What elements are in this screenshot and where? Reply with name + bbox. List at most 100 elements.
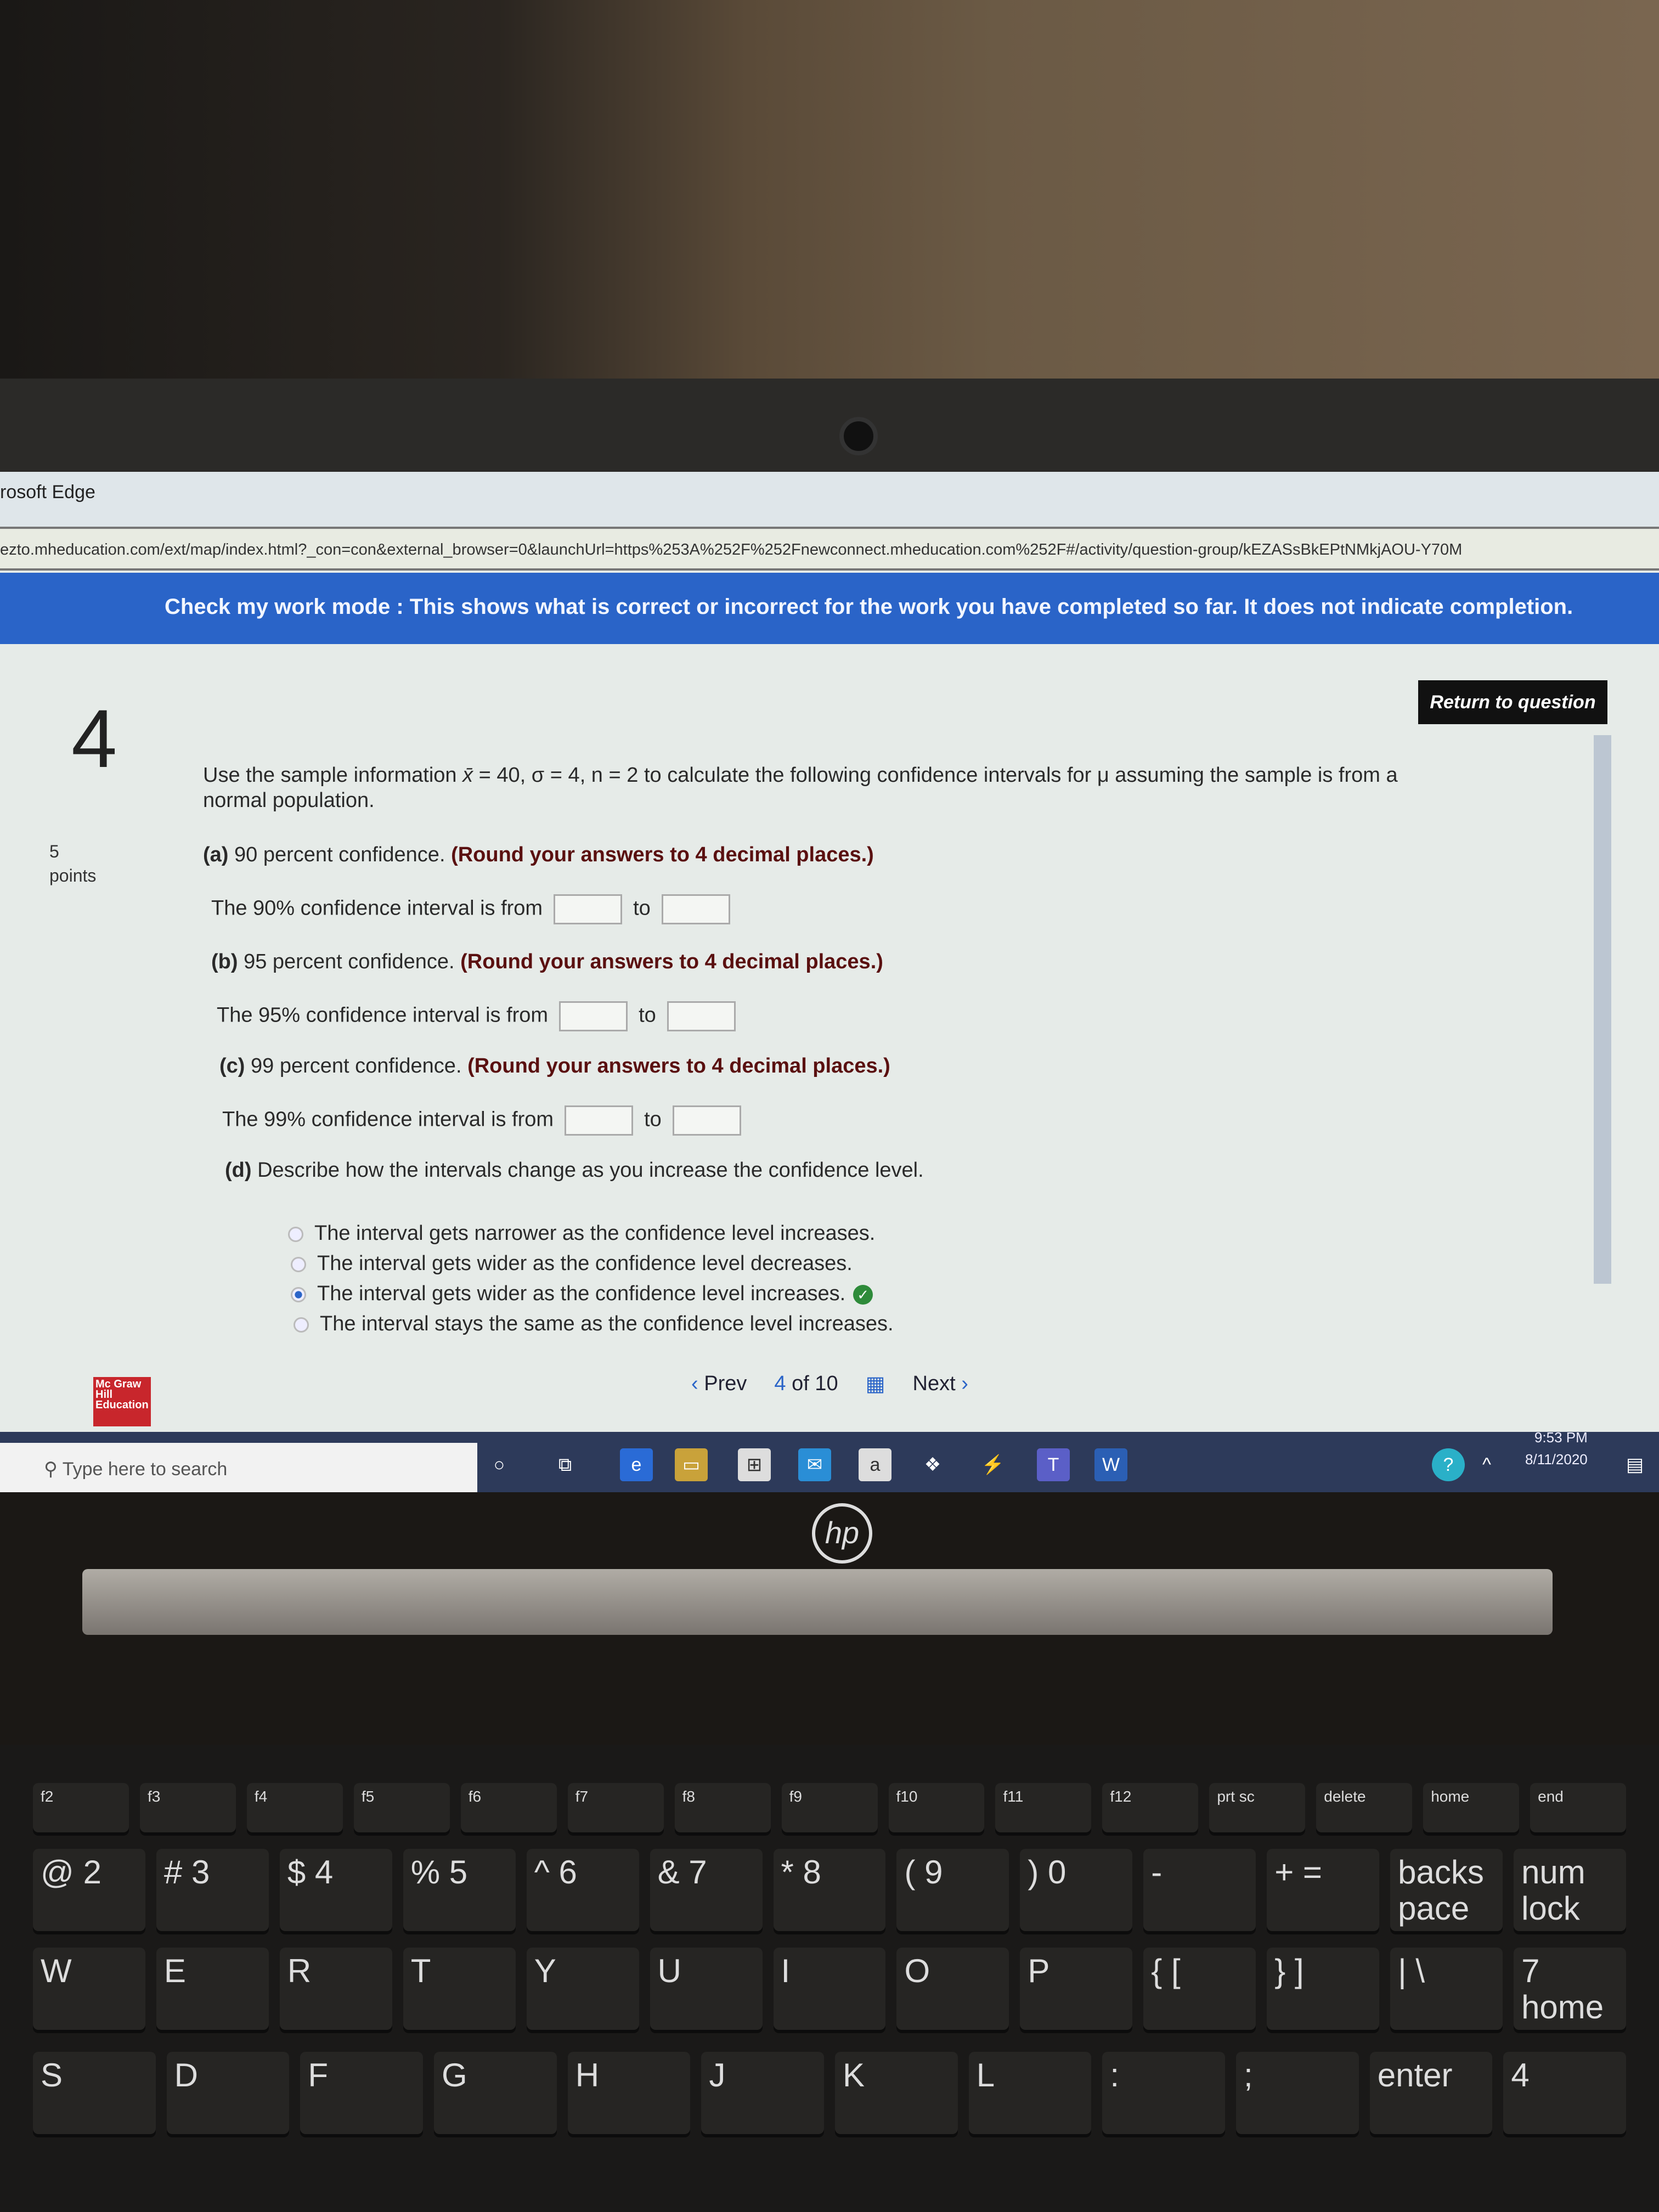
- search-icon: ⚲: [44, 1459, 63, 1480]
- key[interactable]: ;: [1236, 2052, 1359, 2134]
- option-1[interactable]: The interval gets narrower as the confid…: [288, 1221, 1550, 1246]
- task-view-icon[interactable]: ⧉: [549, 1448, 582, 1481]
- key[interactable]: home: [1423, 1783, 1520, 1832]
- key[interactable]: f8: [674, 1783, 771, 1832]
- key[interactable]: end: [1530, 1783, 1627, 1832]
- file-explorer-icon[interactable]: ▭: [675, 1448, 708, 1481]
- key[interactable]: + =: [1267, 1849, 1380, 1931]
- key[interactable]: R: [279, 1948, 392, 2030]
- key[interactable]: K: [835, 2052, 958, 2134]
- key[interactable]: E: [156, 1948, 269, 2030]
- to-label: to: [644, 1108, 662, 1131]
- radio-button-selected[interactable]: [291, 1286, 306, 1302]
- option-2[interactable]: The interval gets wider as the confidenc…: [291, 1251, 1553, 1276]
- part-text: 90 percent confidence.: [228, 843, 452, 866]
- key[interactable]: delete: [1316, 1783, 1413, 1832]
- scrollbar[interactable]: [1594, 735, 1611, 1284]
- key[interactable]: S: [33, 2052, 156, 2134]
- key[interactable]: T: [403, 1948, 516, 2030]
- to-label: to: [639, 1003, 656, 1027]
- key[interactable]: G: [434, 2052, 557, 2134]
- notifications-icon[interactable]: ▤: [1618, 1448, 1651, 1481]
- key[interactable]: f11: [995, 1783, 1092, 1832]
- dropbox-icon[interactable]: ❖: [916, 1448, 949, 1481]
- key[interactable]: D: [166, 2052, 290, 2134]
- return-to-question-button[interactable]: Return to question: [1418, 680, 1607, 724]
- grid-icon[interactable]: ▦: [866, 1372, 885, 1396]
- key[interactable]: f5: [353, 1783, 450, 1832]
- key[interactable]: | \: [1390, 1948, 1503, 2030]
- radio-button[interactable]: [294, 1317, 309, 1333]
- address-bar[interactable]: ezto.mheducation.com/ext/map/index.html?…: [0, 527, 1659, 571]
- part-text: 99 percent confidence.: [245, 1054, 468, 1077]
- key[interactable]: F: [300, 2052, 424, 2134]
- help-icon[interactable]: ?: [1432, 1448, 1465, 1481]
- system-clock[interactable]: 9:53 PM 8/11/2020: [1525, 1426, 1588, 1470]
- key[interactable]: f12: [1102, 1783, 1199, 1832]
- question-navigation: ‹ Prev 4 of 10 ▦ Next ›: [691, 1372, 968, 1396]
- key[interactable]: prt sc: [1209, 1783, 1306, 1832]
- key[interactable]: f4: [246, 1783, 343, 1832]
- store-icon[interactable]: ⊞: [738, 1448, 771, 1481]
- key[interactable]: f9: [781, 1783, 878, 1832]
- key[interactable]: } ]: [1267, 1948, 1380, 2030]
- webcam: [839, 417, 878, 455]
- part-b-upper-input[interactable]: [667, 1001, 736, 1031]
- key[interactable]: L: [968, 2052, 1092, 2134]
- amazon-icon[interactable]: a: [859, 1448, 891, 1481]
- key[interactable]: W: [33, 1948, 145, 2030]
- key[interactable]: * 8: [773, 1849, 886, 1931]
- taskbar-search[interactable]: ⚲ Type here to search: [0, 1443, 477, 1492]
- chevron-left-icon: ‹: [691, 1372, 704, 1395]
- key[interactable]: f10: [888, 1783, 985, 1832]
- key[interactable]: P: [1020, 1948, 1133, 2030]
- key[interactable]: O: [896, 1948, 1009, 2030]
- cortana-icon[interactable]: ○: [483, 1448, 516, 1481]
- option-4[interactable]: The interval stays the same as the confi…: [294, 1311, 1555, 1336]
- key[interactable]: ) 0: [1020, 1849, 1133, 1931]
- app-bolt-icon[interactable]: ⚡: [977, 1448, 1009, 1481]
- key[interactable]: backspace: [1390, 1849, 1503, 1931]
- key[interactable]: 7 home: [1514, 1948, 1626, 2030]
- radio-button[interactable]: [291, 1256, 306, 1272]
- key[interactable]: % 5: [403, 1849, 516, 1931]
- mcgraw-hill-logo: Mc Graw Hill Education: [93, 1377, 151, 1426]
- key[interactable]: # 3: [156, 1849, 269, 1931]
- key[interactable]: f7: [567, 1783, 664, 1832]
- edge-icon[interactable]: e: [620, 1448, 653, 1481]
- key[interactable]: Y: [526, 1948, 639, 2030]
- key[interactable]: ( 9: [896, 1849, 1009, 1931]
- key[interactable]: $ 4: [279, 1849, 392, 1931]
- row-label: The 90% confidence interval is from: [211, 896, 543, 920]
- key[interactable]: H: [567, 2052, 691, 2134]
- part-a-upper-input[interactable]: [661, 894, 730, 924]
- key[interactable]: f6: [460, 1783, 557, 1832]
- part-a-lower-input[interactable]: [554, 894, 623, 924]
- mail-icon[interactable]: ✉: [798, 1448, 831, 1481]
- key[interactable]: enter: [1369, 2052, 1493, 2134]
- key[interactable]: { [: [1143, 1948, 1256, 2030]
- key[interactable]: @ 2: [33, 1849, 145, 1931]
- part-label: (c): [219, 1054, 245, 1077]
- key[interactable]: 4: [1503, 2052, 1627, 2134]
- key[interactable]: :: [1102, 2052, 1226, 2134]
- key[interactable]: ^ 6: [526, 1849, 639, 1931]
- key[interactable]: -: [1143, 1849, 1256, 1931]
- word-icon[interactable]: W: [1094, 1448, 1127, 1481]
- key[interactable]: I: [773, 1948, 886, 2030]
- next-button[interactable]: Next ›: [913, 1372, 968, 1396]
- radio-button[interactable]: [288, 1226, 303, 1242]
- key[interactable]: num lock: [1514, 1849, 1626, 1931]
- key[interactable]: & 7: [650, 1849, 763, 1931]
- key[interactable]: f3: [139, 1783, 236, 1832]
- part-c-upper-input[interactable]: [672, 1105, 741, 1136]
- key[interactable]: f2: [33, 1783, 129, 1832]
- part-c-lower-input[interactable]: [565, 1105, 634, 1136]
- teams-icon[interactable]: T: [1037, 1448, 1070, 1481]
- option-3[interactable]: The interval gets wider as the confidenc…: [291, 1281, 1553, 1306]
- prev-button[interactable]: ‹ Prev: [691, 1372, 747, 1396]
- key[interactable]: U: [650, 1948, 763, 2030]
- key[interactable]: J: [701, 2052, 825, 2134]
- part-b-lower-input[interactable]: [559, 1001, 628, 1031]
- chevron-up-icon[interactable]: ^: [1470, 1448, 1503, 1481]
